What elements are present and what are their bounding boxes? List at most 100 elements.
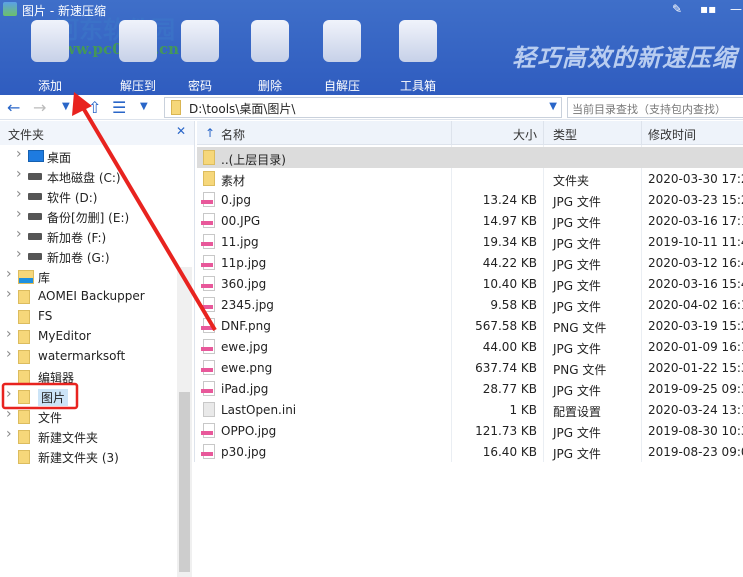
chevron-right-icon[interactable]: › xyxy=(16,166,22,182)
toolbar-button-0[interactable]: 添加 xyxy=(20,20,80,94)
sidebar-item[interactable]: › MyEditor xyxy=(0,326,176,346)
file-row[interactable]: 00.JPG 14.97 KB JPG 文件 2020-03-16 17:19 xyxy=(197,210,743,231)
sidebar-item-label: watermarksoft xyxy=(38,349,126,363)
file-row[interactable]: 0.jpg 13.24 KB JPG 文件 2020-03-23 15:26 xyxy=(197,189,743,210)
file-size: 44.22 KB xyxy=(482,256,537,270)
chevron-right-icon[interactable]: › xyxy=(16,206,22,222)
file-modified: 2020-03-30 17:20 xyxy=(648,172,743,186)
chevron-right-icon[interactable]: › xyxy=(6,286,12,302)
back-icon[interactable]: ← xyxy=(7,98,20,117)
chevron-right-icon[interactable]: › xyxy=(16,186,22,202)
minimize-icon[interactable]: — xyxy=(730,2,742,16)
file-name: DNF.png xyxy=(221,319,271,333)
file-modified: 2020-03-24 13:1 xyxy=(648,403,743,417)
file-modified: 2019-09-25 09:3 xyxy=(648,382,743,396)
chevron-right-icon[interactable]: › xyxy=(6,346,12,362)
file-row[interactable]: 11p.jpg 44.22 KB JPG 文件 2020-03-12 16:4 xyxy=(197,252,743,273)
file-name: 00.JPG xyxy=(221,214,261,228)
file-row[interactable]: DNF.png 567.58 KB PNG 文件 2020-03-19 15:2 xyxy=(197,315,743,336)
folder-icon xyxy=(18,370,30,384)
sidebar-item-label: 库 xyxy=(38,271,51,285)
sidebar-item[interactable]: › 新加卷 (G:) xyxy=(0,246,176,266)
folder-icon xyxy=(18,350,30,364)
chevron-right-icon[interactable]: › xyxy=(6,326,12,342)
up-folder-icon[interactable]: ⇧ xyxy=(88,98,101,117)
toolbar-button-5[interactable]: 工具箱 xyxy=(388,20,448,94)
header-modified[interactable]: 修改时间 xyxy=(648,126,696,143)
file-list: ↑ 名称 大小 类型 修改时间 ..(上层目录) 素材 文件夹 2020-03-30 … xyxy=(197,121,743,462)
sidebar-item[interactable]: › 桌面 xyxy=(0,146,176,166)
file-row[interactable]: 11.jpg 19.34 KB JPG 文件 2019-10-11 11:40 xyxy=(197,231,743,252)
sidebar-item[interactable]: › watermarksoft xyxy=(0,346,176,366)
file-row[interactable]: p30.jpg 16.40 KB JPG 文件 2019-08-23 09:0 xyxy=(197,441,743,462)
toolbar-button-4[interactable]: 自解压 xyxy=(312,20,372,94)
header-size[interactable]: 大小 xyxy=(513,126,537,143)
image-file-icon xyxy=(201,255,215,270)
file-modified: 2019-10-11 11:40 xyxy=(648,235,743,249)
sidebar-item[interactable]: › 备份[勿删] (E:) xyxy=(0,206,176,226)
sidebar-item[interactable]: 编辑器 xyxy=(0,366,176,386)
view-list-icon[interactable]: ☰ xyxy=(112,98,126,117)
image-file-icon xyxy=(201,192,215,207)
sidebar-item[interactable]: › 库 xyxy=(0,266,176,286)
scrollbar-thumb[interactable] xyxy=(179,392,190,572)
title-toolbar-area: 图片 - 新速压缩 ✎ ▪▪ — 河东软件园 www.pc0359.cn 轻巧高… xyxy=(0,0,743,95)
path-dropdown-icon[interactable]: ▼ xyxy=(549,101,557,112)
header-type[interactable]: 类型 xyxy=(553,126,577,143)
file-row[interactable]: 2345.jpg 9.58 KB JPG 文件 2020-04-02 16:1 xyxy=(197,294,743,315)
forward-icon[interactable]: → xyxy=(33,98,46,117)
folder-icon xyxy=(18,290,30,304)
close-icon[interactable]: ✕ xyxy=(176,124,186,138)
file-modified: 2020-03-19 15:2 xyxy=(648,319,743,333)
toolbar-button-1[interactable]: 解压到 xyxy=(108,20,168,94)
sidebar-item[interactable]: › 文件 xyxy=(0,406,176,426)
path-input[interactable]: D:\tools\桌面\图片\ ▼ xyxy=(164,97,562,118)
file-row[interactable]: 素材 文件夹 2020-03-30 17:20 xyxy=(197,168,743,189)
file-type: JPG 文件 xyxy=(553,279,601,293)
file-size: 28.77 KB xyxy=(482,382,537,396)
chevron-right-icon[interactable]: › xyxy=(6,406,12,422)
search-input[interactable]: 当前目录查找（支持包内查找） xyxy=(567,97,743,118)
chevron-right-icon[interactable]: › xyxy=(6,386,12,402)
history-dropdown-icon[interactable]: ▼ xyxy=(62,101,70,112)
file-row[interactable]: ewe.png 637.74 KB PNG 文件 2020-01-22 15:3 xyxy=(197,357,743,378)
sidebar-item[interactable]: › 本地磁盘 (C:) xyxy=(0,166,176,186)
settings-file-icon xyxy=(203,402,215,417)
sidebar-item[interactable]: › 新建文件夹 xyxy=(0,426,176,446)
chevron-right-icon[interactable]: › xyxy=(16,246,22,262)
chevron-right-icon[interactable]: › xyxy=(6,426,12,442)
file-row[interactable]: iPad.jpg 28.77 KB JPG 文件 2019-09-25 09:3 xyxy=(197,378,743,399)
sidebar-item[interactable]: › 图片 xyxy=(0,386,176,406)
file-row[interactable]: ..(上层目录) xyxy=(197,147,743,168)
sidebar-item-label: 新建文件夹 xyxy=(38,431,99,445)
skin-icon[interactable]: ✎ xyxy=(672,2,682,16)
sidebar-item[interactable]: › 新加卷 (F:) xyxy=(0,226,176,246)
file-size: 44.00 KB xyxy=(482,340,537,354)
file-name: 2345.jpg xyxy=(221,298,274,312)
sidebar-item[interactable]: 新建文件夹 (3) xyxy=(0,446,176,466)
file-row[interactable]: 360.jpg 10.40 KB JPG 文件 2020-03-16 15:4 xyxy=(197,273,743,294)
toolbar-button-2[interactable]: 密码 xyxy=(170,20,230,94)
image-file-icon xyxy=(201,213,215,228)
file-size: 10.40 KB xyxy=(482,277,537,291)
file-row[interactable]: LastOpen.ini 1 KB 配置设置 2020-03-24 13:1 xyxy=(197,399,743,420)
chevron-right-icon[interactable]: › xyxy=(6,266,12,282)
menu-icon[interactable]: ▪▪ xyxy=(700,2,716,16)
chevron-right-icon[interactable]: › xyxy=(16,226,22,242)
file-row[interactable]: OPPO.jpg 121.73 KB JPG 文件 2019-08-30 10:3 xyxy=(197,420,743,441)
file-modified: 2019-08-30 10:3 xyxy=(648,424,743,438)
file-row[interactable]: ewe.jpg 44.00 KB JPG 文件 2020-01-09 16:1 xyxy=(197,336,743,357)
view-dropdown-icon[interactable]: ▼ xyxy=(140,101,148,112)
toolbar-button-3[interactable]: 删除 xyxy=(240,20,300,94)
file-name: OPPO.jpg xyxy=(221,424,277,438)
file-name: 素材 xyxy=(221,174,246,188)
sidebar-item[interactable]: › AOMEI Backupper xyxy=(0,286,176,306)
sidebar-item-label: 文件 xyxy=(38,411,63,425)
sidebar-item[interactable]: FS xyxy=(0,306,176,326)
header-name[interactable]: 名称 xyxy=(221,126,245,143)
sidebar-scrollbar[interactable] xyxy=(177,267,192,577)
chevron-right-icon[interactable]: › xyxy=(16,146,22,162)
sidebar-item[interactable]: › 软件 (D:) xyxy=(0,186,176,206)
folder-icon xyxy=(203,150,215,165)
file-name: 11.jpg xyxy=(221,235,259,249)
